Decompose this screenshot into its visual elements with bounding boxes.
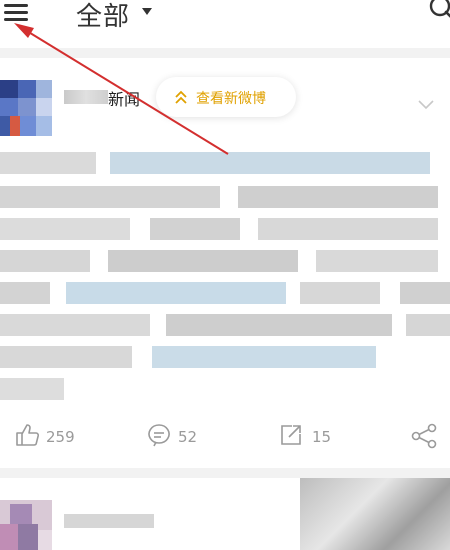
like-button[interactable]: 259	[14, 420, 84, 450]
repost-count: 15	[312, 428, 332, 446]
repost-icon	[281, 425, 301, 445]
search-icon[interactable]	[428, 0, 450, 20]
post-text-blurred	[0, 314, 450, 336]
post-text-blurred	[0, 282, 450, 304]
menu-icon[interactable]	[4, 4, 28, 22]
feed-filter-title[interactable]: 全部	[76, 0, 130, 33]
repost-button[interactable]: 15	[278, 420, 348, 450]
post-text-blurred	[0, 250, 450, 272]
author-avatar[interactable]	[0, 80, 52, 136]
header-divider	[0, 48, 450, 58]
author-name-blurred[interactable]	[64, 90, 108, 104]
thumbs-up-icon	[16, 424, 40, 446]
post-text-blurred	[0, 346, 450, 368]
comment-icon	[148, 424, 170, 447]
next-author-avatar[interactable]	[0, 500, 52, 550]
view-new-posts-button[interactable]: 查看新微博	[156, 77, 296, 117]
author-name-suffix[interactable]: 新闻	[108, 86, 140, 110]
top-bar: 全部	[0, 0, 450, 46]
next-post-image[interactable]	[300, 478, 450, 550]
post-divider	[0, 468, 450, 478]
chevron-down-icon[interactable]	[418, 100, 434, 110]
double-chevron-up-icon	[175, 90, 187, 104]
share-icon[interactable]	[410, 422, 438, 450]
comment-button[interactable]: 52	[146, 420, 216, 450]
view-new-posts-label: 查看新微博	[196, 91, 266, 107]
caret-down-icon[interactable]	[142, 8, 152, 15]
post-text-blurred	[0, 152, 450, 174]
post-text-blurred	[0, 378, 450, 400]
post-text-blurred	[0, 218, 450, 240]
next-author-name-blurred[interactable]	[64, 514, 154, 528]
post-text-blurred	[0, 186, 450, 208]
comment-count: 52	[178, 428, 198, 446]
like-count: 259	[46, 428, 75, 446]
